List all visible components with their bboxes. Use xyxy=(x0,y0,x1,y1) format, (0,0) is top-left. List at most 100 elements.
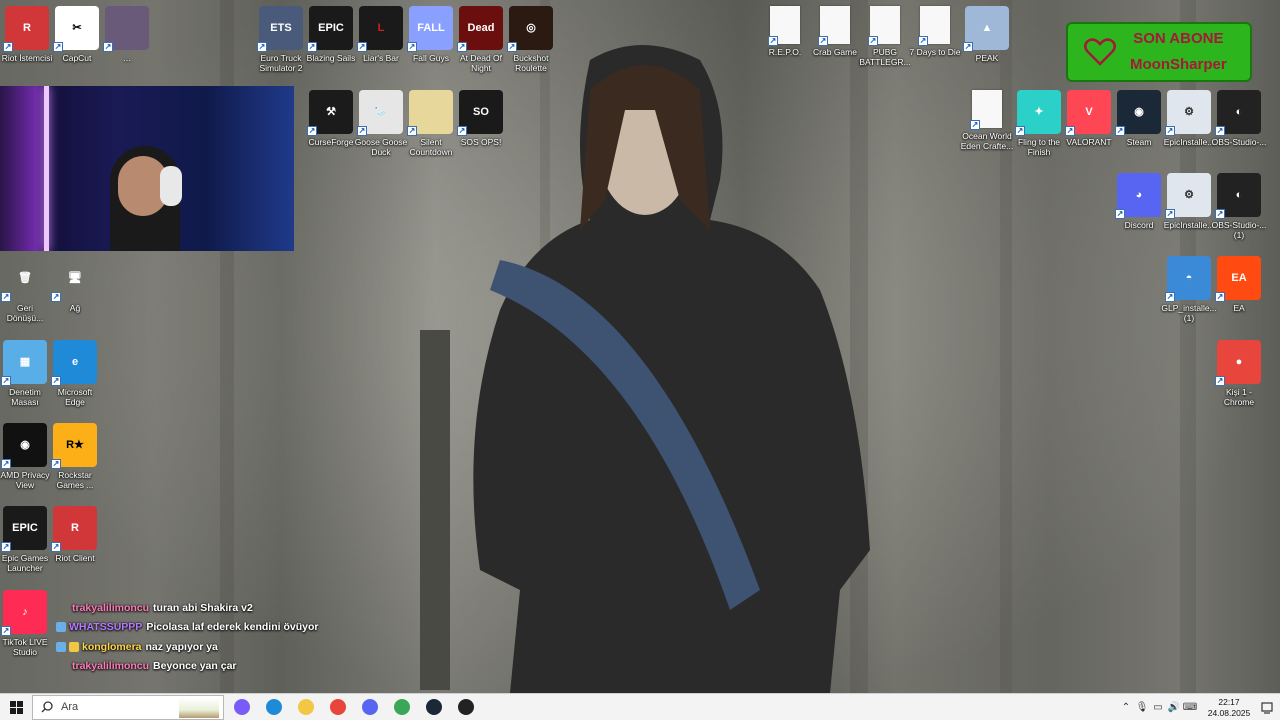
euro-truck-icon: ETS ↗ xyxy=(257,6,303,52)
icon-glyph: ◎ xyxy=(526,21,536,34)
desktop-icon-tiktok-live[interactable]: ♪ ↗ TikTok LIVE Studio xyxy=(0,590,50,657)
clock[interactable]: 22:17 24.08.2025 xyxy=(1204,697,1254,719)
desktop-icon-amd-privacy[interactable]: ◉ ↗ AMD Privacy View xyxy=(0,423,50,490)
chat-message: trakyalilimoncu Beyonce yan çar xyxy=(56,657,356,677)
shortcut-arrow-icon: ↗ xyxy=(970,120,980,130)
repo-icon: ↗ xyxy=(768,6,800,46)
desktop-icon-microsoft-edge[interactable]: e ↗ Microsoft Edge xyxy=(50,340,100,407)
desktop-icon-sos-ops[interactable]: SO ↗ SOS OPS! xyxy=(456,90,506,147)
chat-text: naz yapıyor ya xyxy=(145,640,218,653)
desktop-icon-silent-countdown[interactable]: ↗ Silent Countdown xyxy=(406,90,456,157)
taskbar-search[interactable]: Ara xyxy=(32,694,224,720)
subscriber-name: MoonSharper xyxy=(1130,56,1227,73)
desktop-icon-epic-launcher[interactable]: EPIC ↗ Epic Games Launcher xyxy=(0,506,50,573)
shortcut-arrow-icon: ↗ xyxy=(1,376,11,386)
desktop-icon-curseforge[interactable]: ⚒ ↗ CurseForge xyxy=(306,90,356,147)
desktop-icon-crab-game[interactable]: ↗ Crab Game xyxy=(810,6,860,57)
7-days-icon: ↗ xyxy=(918,6,950,46)
desktop-icon-blazing-sails[interactable]: EPIC ↗ Blazing Sails xyxy=(306,6,356,63)
steam-tb-icon xyxy=(426,699,442,715)
chat-overlay: trakyalilimoncu turan abi Shakira v2 WHATS… xyxy=(56,598,356,676)
shortcut-arrow-icon: ↗ xyxy=(868,36,878,46)
chat-text: Picolasa laf ederek kendini övüyor xyxy=(146,621,319,634)
desktop-icon-ea[interactable]: EA ↗ EA xyxy=(1214,256,1264,313)
desktop-icon-euro-truck[interactable]: ETS ↗ Euro Truck Simulator 2 xyxy=(256,6,306,73)
taskbar-app[interactable] xyxy=(354,694,386,720)
desktop-icon-7-days[interactable]: ↗ 7 Days to Die xyxy=(909,6,961,57)
system-tray: ⌃ 🎙 ▭ 🔊 ⌨ 22:17 24.08.2025 xyxy=(1118,694,1280,720)
desktop-icon-fling-to-finish[interactable]: ✦ ↗ Fling to the Finish xyxy=(1014,90,1064,157)
shortcut-arrow-icon: ↗ xyxy=(507,42,517,52)
desktop-icon-riot-istemcisi[interactable]: R ↗ Riot İstemcisi xyxy=(2,6,52,63)
keyboard-icon[interactable]: ⌨ xyxy=(1183,694,1197,720)
desktop-icon-liars-bar[interactable]: L ↗ Liar's Bar xyxy=(356,6,406,63)
taskbar-app[interactable] xyxy=(450,694,482,720)
taskbar-app[interactable] xyxy=(386,694,418,720)
shortcut-arrow-icon: ↗ xyxy=(1115,209,1125,219)
shortcut-arrow-icon: ↗ xyxy=(1215,209,1225,219)
desktop-icon-label: TikTok LIVE Studio xyxy=(2,637,48,657)
desktop-icon-label: SOS OPS! xyxy=(460,137,502,147)
shortcut-arrow-icon: ↗ xyxy=(1,626,11,636)
desktop-icon-unnamed-3[interactable]: ↗… xyxy=(102,6,152,63)
desktop-icon-label: Ağ xyxy=(69,303,81,313)
desktop-icon-fall-guys[interactable]: FALL ↗ Fall Guys xyxy=(406,6,456,63)
obs-2-icon: ◐ ↗ xyxy=(1215,173,1261,219)
obs-1-icon: ◐ ↗ xyxy=(1215,90,1261,136)
buckshot-roulette-icon: ◎ ↗ xyxy=(507,6,553,52)
start-button[interactable] xyxy=(0,694,32,720)
desktop-icon-capcut[interactable]: ✂ ↗ CapCut xyxy=(52,6,102,63)
desktop-icon-label: Buckshot Roulette xyxy=(513,53,549,73)
taskbar-app[interactable] xyxy=(226,694,258,720)
desktop-icon-epic-installer-2[interactable]: ⚙ ↗ EpicInstalle... xyxy=(1164,173,1214,230)
desktop-icon-obs-1[interactable]: ◐ ↗ OBS-Studio-... xyxy=(1212,90,1266,147)
desktop-icon-buckshot-roulette[interactable]: ◎ ↗ Buckshot Roulette xyxy=(506,6,556,73)
desktop-icon-repo[interactable]: ↗ R.E.P.O. xyxy=(760,6,810,57)
shortcut-arrow-icon: ↗ xyxy=(257,42,267,52)
notifications-icon[interactable] xyxy=(1254,701,1280,714)
shortcut-arrow-icon: ↗ xyxy=(1115,126,1125,136)
pubg-icon: ↗ xyxy=(868,6,900,46)
taskbar-app[interactable] xyxy=(290,694,322,720)
desktop-icon-peak[interactable]: ▲ ↗ PEAK xyxy=(962,6,1012,63)
geri-donusum-icon: 🗑 ↗ xyxy=(1,256,47,302)
goose-goose-duck-icon: 🦢 ↗ xyxy=(357,90,403,136)
desktop-icon-rockstar[interactable]: R★ ↗ Rockstar Games ... xyxy=(50,423,100,490)
chat-message: konglomera naz yapıyor ya xyxy=(56,637,356,657)
desktop-icon-pubg[interactable]: ↗ PUBG BATTLEGR... xyxy=(859,6,911,67)
desktop-icon-steam[interactable]: ◉ ↗ Steam xyxy=(1114,90,1164,147)
desktop-icon-riot-client[interactable]: R ↗ Riot Client xyxy=(50,506,100,563)
desktop-icon-epic-installer-1[interactable]: ⚙ ↗ EpicInstalle... xyxy=(1164,90,1214,147)
desktop-icon-kisi-chrome[interactable]: ● ↗ Kişi 1 - Chrome xyxy=(1214,340,1264,407)
desktop-icon-geri-donusum[interactable]: 🗑 ↗ Geri Dönüşü... xyxy=(0,256,50,323)
taskbar-app[interactable] xyxy=(258,694,290,720)
search-placeholder: Ara xyxy=(61,701,79,713)
file-explorer-icon xyxy=(298,699,314,715)
icon-glyph: ◐ xyxy=(1235,105,1243,118)
desktop-icon-at-dead-of-night[interactable]: Dead ↗ At Dead Of Night xyxy=(456,6,506,73)
volume-icon[interactable]: 🔊 xyxy=(1167,694,1181,720)
desktop-icon-valorant[interactable]: V ↗ VALORANT xyxy=(1064,90,1114,147)
chevron-up-icon[interactable]: ⌃ xyxy=(1119,694,1133,720)
icon-glyph: ETS xyxy=(270,21,292,34)
taskbar-app[interactable] xyxy=(418,694,450,720)
shortcut-arrow-icon: ↗ xyxy=(1,292,11,302)
desktop-icon-obs-2[interactable]: ◐ ↗ OBS-Studio-... (1) xyxy=(1212,173,1266,240)
microphone-icon[interactable]: 🎙 xyxy=(1135,694,1149,720)
desktop-icon-glp-installer[interactable]: ◓ ↗ GLP_installe... (1) xyxy=(1161,256,1217,323)
search-icon xyxy=(41,701,53,713)
icon-glyph: ▲ xyxy=(981,21,993,34)
icon-glyph: Dead xyxy=(467,21,495,34)
obs-tb-icon xyxy=(458,699,474,715)
taskbar-app[interactable] xyxy=(322,694,354,720)
chat-message: WHATSSUPPP Picolasa laf ederek kendini öv… xyxy=(56,618,356,638)
desktop-icon-denetim-masasi[interactable]: ▦ ↗ Denetim Masası xyxy=(0,340,50,407)
latest-subscriber-widget: SON ABONE MoonSharper xyxy=(1066,22,1252,82)
discord-icon: ◕ ↗ xyxy=(1115,173,1161,219)
desktop-icon-goose-goose-duck[interactable]: 🦢 ↗ Goose Goose Duck xyxy=(355,90,407,157)
glp-installer-icon: ◓ ↗ xyxy=(1165,256,1211,302)
desktop-icon-ag[interactable]: 🖥 ↗ Ağ xyxy=(50,256,100,313)
desktop-icon-ocean-world[interactable]: ↗ Ocean World Eden Crafte... xyxy=(961,90,1013,151)
desktop-icon-discord[interactable]: ◕ ↗ Discord xyxy=(1114,173,1164,230)
network-icon[interactable]: ▭ xyxy=(1151,694,1165,720)
